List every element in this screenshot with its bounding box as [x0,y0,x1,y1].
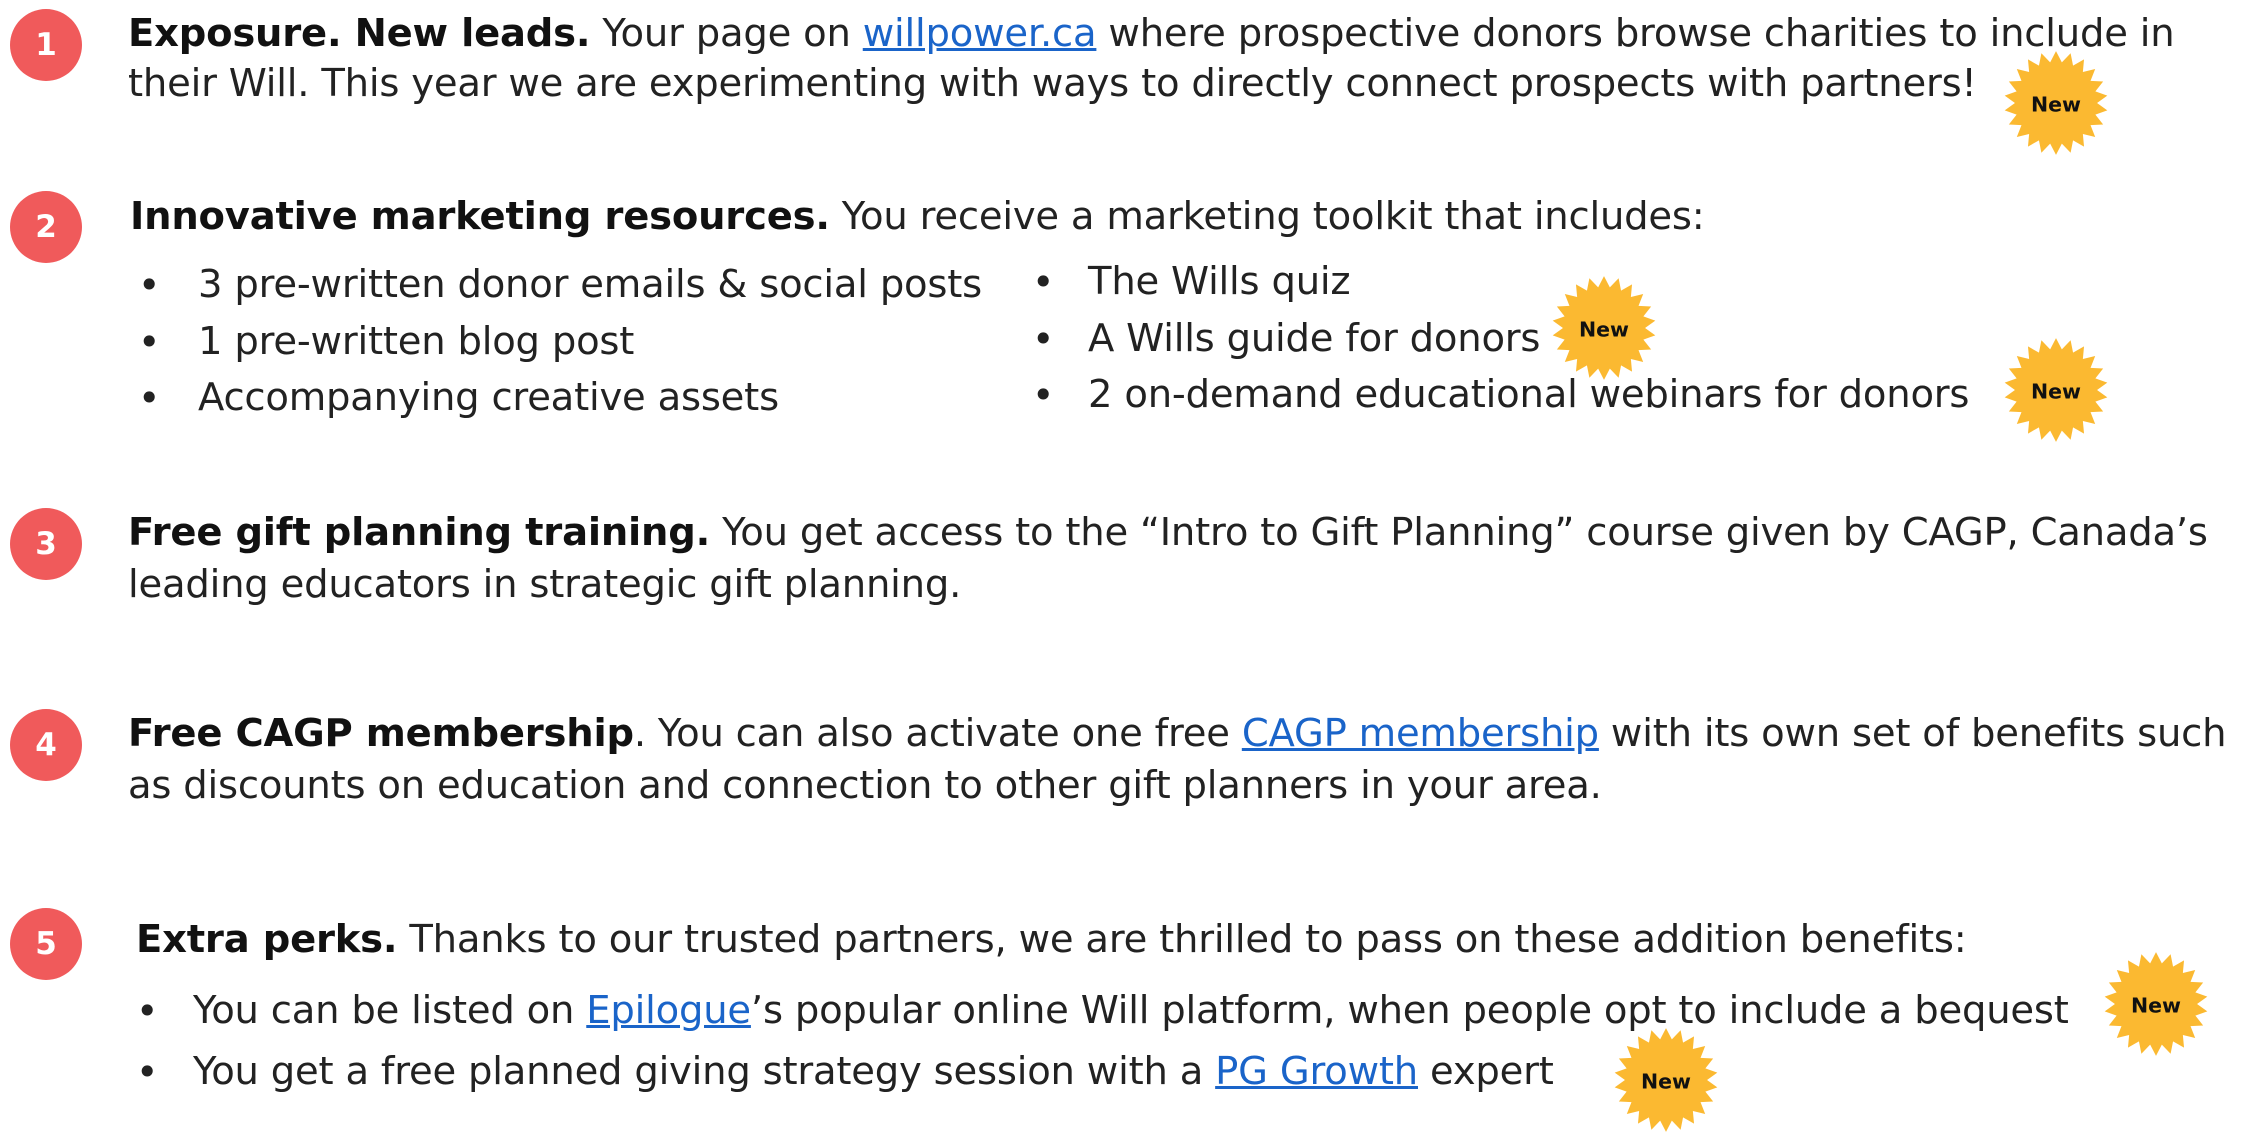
svg-text:New: New [1641,1070,1691,1094]
bullet-text: You get a free planned giving strategy s… [193,1049,1216,1094]
new-badge: New [1550,274,1658,382]
epilogue-link[interactable]: Epilogue [586,988,751,1033]
step-number-label: 5 [35,926,57,962]
bullet-item: You can be listed on Epilogue’s popular … [193,985,2069,1037]
item-title: Extra perks. [136,917,398,962]
step-number-2: 2 [10,191,82,263]
item-text: . You can also activate one free [633,711,1242,756]
step-number-4: 4 [10,709,82,781]
willpower-link[interactable]: willpower.ca [863,11,1097,56]
item-title: Innovative marketing resources. [130,194,830,239]
bullet-item: 3 pre-written donor emails & social post… [198,262,983,307]
item-title: Free CAGP membership [128,711,634,756]
item-perks-line1: Extra perks. Thanks to our trusted partn… [136,914,1967,966]
item-text: with its own set of benefits such [1598,711,2227,756]
bullet-item: Accompanying creative assets [198,375,779,420]
pg-growth-link[interactable]: PG Growth [1215,1049,1418,1094]
bullet-dot: • [136,1050,159,1094]
bullet-dot: • [138,263,161,307]
step-number-label: 1 [35,27,57,63]
item-text: Your page on [590,11,863,56]
bullet-dot: • [138,376,161,420]
bullet-text: ’s popular online Will platform, when pe… [750,988,2069,1033]
bullet-text: expert [1418,1049,1554,1094]
bullet-item: You get a free planned giving strategy s… [193,1046,1554,1098]
item-membership-line2: as discounts on education and connection… [128,760,1602,812]
bullet-text: You can be listed on [193,988,587,1033]
bullet-item: 1 pre-written blog post [198,319,635,364]
svg-text:New: New [2131,994,2181,1018]
svg-text:New: New [1579,318,1629,342]
item-text: You receive a marketing toolkit that inc… [829,194,1705,239]
item-text: Thanks to our trusted partners, we are t… [397,917,1967,962]
new-badge: New [2002,336,2110,444]
item-text: leading educators in strategic gift plan… [128,562,962,607]
bullet-item: 2 on-demand educational webinars for don… [1088,372,1970,417]
item-text: You get access to the “Intro to Gift Pla… [710,510,2208,555]
item-membership-line1: Free CAGP membership. You can also activ… [128,708,2227,760]
item-text: their Will. This year we are experimenti… [128,61,1977,106]
bullet-item: A Wills guide for donors [1088,316,1541,361]
step-number-3: 3 [10,508,82,580]
item-exposure-line2: their Will. This year we are experimenti… [128,58,1977,110]
item-exposure-line1: Exposure. New leads. Your page on willpo… [128,8,2175,60]
step-number-label: 3 [35,526,57,562]
item-training-line2: leading educators in strategic gift plan… [128,559,961,611]
new-badge: New [2002,49,2110,157]
item-marketing-line1: Innovative marketing resources. You rece… [130,191,1705,243]
item-title: Free gift planning training. [128,510,711,555]
step-number-label: 2 [35,209,57,245]
bullet-dot: • [1032,373,1055,417]
new-badge: New [2102,950,2210,1058]
bullet-dot: • [138,320,161,364]
item-title: Exposure. New leads. [128,11,591,56]
svg-text:New: New [2031,93,2081,117]
item-text: as discounts on education and connection… [128,763,1602,808]
bullet-dot: • [1032,260,1055,304]
item-training-line1: Free gift planning training. You get acc… [128,507,2208,559]
svg-text:New: New [2031,380,2081,404]
step-number-5: 5 [10,908,82,980]
bullet-dot: • [136,989,159,1033]
bullet-item: The Wills quiz [1088,259,1351,304]
step-number-1: 1 [10,9,82,81]
bullet-dot: • [1032,317,1055,361]
step-number-label: 4 [35,727,57,763]
new-badge: New [1612,1026,1720,1134]
cagp-membership-link[interactable]: CAGP membership [1242,711,1599,756]
